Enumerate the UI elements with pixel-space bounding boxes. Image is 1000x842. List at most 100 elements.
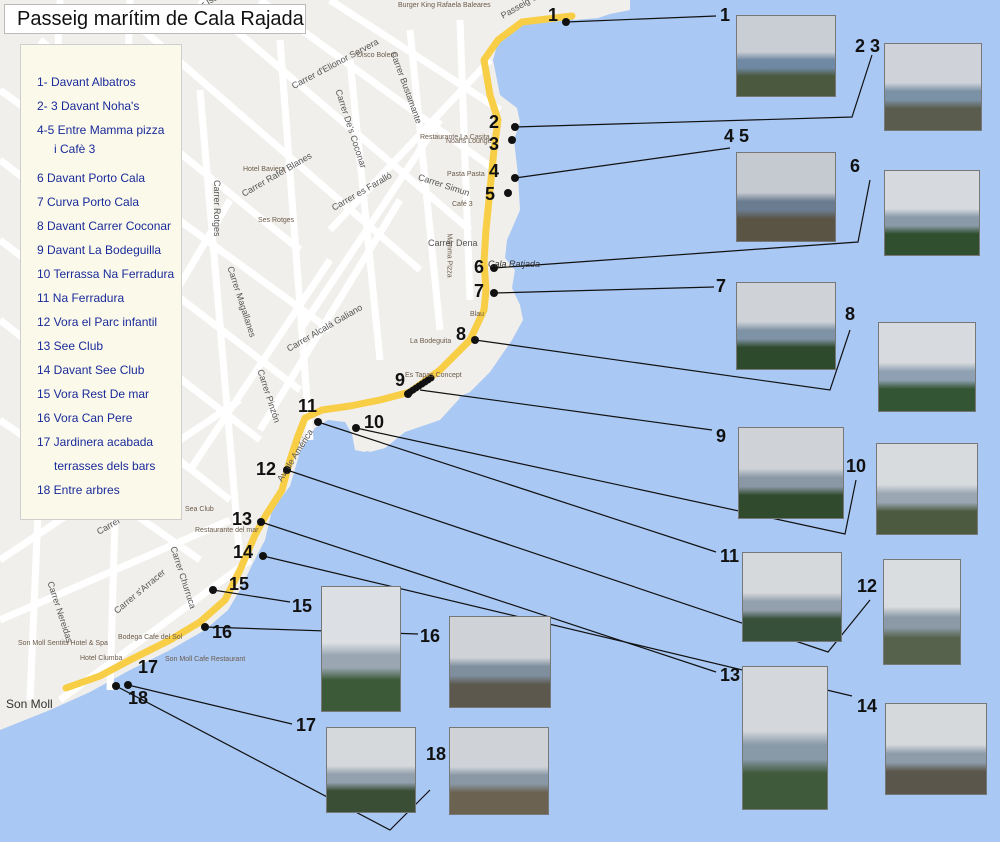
photo-label-1: 1: [720, 5, 731, 25]
route-label-14: 14: [233, 542, 254, 562]
photo-11: [742, 552, 842, 642]
route-label-2: 2: [489, 112, 500, 132]
legend-item: 9 Davant La Bodeguilla: [37, 243, 162, 257]
route-label-8: 8: [456, 324, 467, 344]
route-point-1: [562, 18, 570, 26]
route-label-17: 17: [138, 657, 159, 677]
photo-label-13: 13: [720, 665, 741, 685]
legend-item: 1- Davant Albatros: [37, 75, 136, 89]
place-label: Disco Bolero: [357, 52, 397, 59]
photo-2-3: [884, 43, 982, 131]
legend-item: 18 Entre arbres: [37, 483, 120, 497]
route-label-9: 9: [395, 370, 406, 390]
legend-item: 15 Vora Rest De mar: [37, 387, 150, 401]
photo-15: [321, 586, 401, 712]
place-label: Son Moll Sentits Hotel & Spa: [18, 640, 108, 647]
photo-9: [738, 427, 844, 519]
photo-16: [449, 616, 551, 708]
place-label: Blau: [470, 311, 485, 318]
photo-4-5: [736, 152, 836, 242]
legend-item: i Cafè 3: [54, 142, 96, 156]
street-label: Carrer Rotges: [212, 180, 222, 237]
route-label-11: 11: [298, 396, 318, 416]
photo-6: [884, 170, 980, 256]
map-title-box: Passeig marítim de Cala Rajada: [4, 4, 306, 34]
legend-item: 7 Curva Porto Cala: [37, 195, 140, 209]
route-label-12: 12: [256, 459, 277, 479]
place-label: Mamma Pizza: [445, 233, 453, 278]
photo-1: [736, 15, 836, 97]
place-label: Café 3: [452, 201, 473, 208]
legend-item: 11 Na Ferradura: [37, 291, 125, 305]
route-point-18: [112, 682, 120, 690]
photo-label-4-5: 4 5: [724, 126, 750, 146]
photo-label-12: 12: [857, 576, 878, 596]
legend-panel: 1- Davant Albatros 2- 3 Davant Noha's 4-…: [20, 44, 182, 520]
route-label-7: 7: [474, 281, 485, 301]
route-label-5: 5: [485, 184, 496, 204]
photo-label-17: 17: [296, 715, 317, 735]
legend-item: 2- 3 Davant Noha's: [37, 99, 140, 113]
photo-label-14: 14: [857, 696, 878, 716]
route-point-5: [504, 189, 512, 197]
leader-line: [514, 147, 731, 179]
street-label: Carrer Dena: [428, 238, 478, 248]
photo-label-18: 18: [426, 744, 447, 764]
place-label: Ses Rotges: [258, 217, 295, 224]
route-label-16: 16: [212, 622, 233, 642]
route-label-15: 15: [229, 574, 250, 594]
leader-line: [127, 684, 293, 725]
route-point-3: [508, 136, 516, 144]
route-label-6: 6: [474, 257, 485, 277]
photo-10: [876, 443, 978, 535]
route-point-10: [352, 424, 360, 432]
photo-label-15: 15: [292, 596, 313, 616]
route-point-7: [490, 289, 498, 297]
legend-item: 4-5 Entre Mamma pizza: [37, 123, 165, 137]
photo-8: [878, 322, 976, 412]
place-label: Sea Club: [185, 506, 214, 513]
route-label-1: 1: [548, 5, 559, 25]
town-label-cala-ratjada: Cala Ratjada: [488, 259, 541, 269]
route-point-11: [314, 418, 322, 426]
photo-label-9: 9: [716, 426, 727, 446]
place-label: Noahs Lounge: [446, 138, 492, 145]
photo-7: [736, 282, 836, 370]
route-point-14: [259, 552, 267, 560]
photo-18: [449, 727, 549, 815]
route-point-2: [511, 123, 519, 131]
place-label: Es Tapas Concept: [405, 372, 462, 379]
route-label-18: 18: [128, 688, 149, 708]
place-label: Hotel Baviera: [243, 166, 286, 173]
legend-item: terrasses dels bars: [54, 459, 156, 473]
place-label: La Bodeguita: [410, 338, 452, 345]
photo-label-10: 10: [846, 456, 867, 476]
town-label-son-moll: Son Moll: [6, 697, 53, 711]
legend-item: 6 Davant Porto Cala: [37, 171, 146, 185]
leader-line: [565, 15, 717, 23]
photo-14: [885, 703, 987, 795]
map-title: Passeig marítim de Cala Rajada: [17, 8, 304, 30]
place-label: Hotel Clumba: [80, 655, 123, 662]
photo-17: [326, 727, 416, 813]
legend-item: 12 Vora el Parc infantil: [37, 315, 158, 329]
place-label: Pasta Pasta: [447, 171, 485, 178]
photo-label-7: 7: [716, 276, 727, 296]
route-point-15: [209, 586, 217, 594]
photo-label-16: 16: [420, 626, 441, 646]
leader-line: [317, 421, 717, 553]
legend-item: 17 Jardinera acabada: [37, 435, 154, 449]
legend-item: 14 Davant See Club: [37, 363, 145, 377]
route-label-4: 4: [489, 161, 500, 181]
photo-label-6: 6: [850, 156, 861, 176]
place-label: Bodega Cafe del Sol: [118, 634, 183, 641]
legend-item: 8 Davant Carrer Coconar: [37, 219, 172, 233]
leader-line: [493, 286, 715, 294]
legend-item: 13 See Club: [37, 339, 104, 353]
photo-label-8: 8: [845, 304, 856, 324]
route-point-4: [511, 174, 519, 182]
route-label-13: 13: [232, 509, 253, 529]
street-line: [297, 118, 443, 332]
photo-13: [742, 666, 828, 810]
place-label: Son Moll Cafe Restaurant: [165, 656, 246, 663]
